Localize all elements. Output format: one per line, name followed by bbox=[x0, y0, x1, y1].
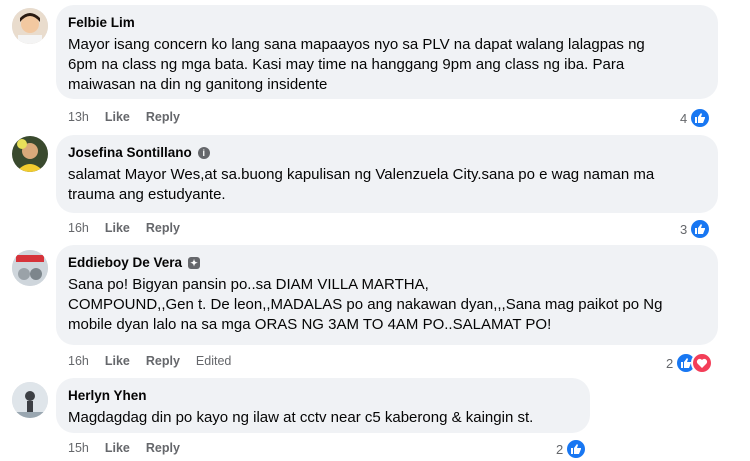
comment-bubble: Eddieboy De Vera ✦ Sana po! Bigyan pansi… bbox=[56, 245, 718, 345]
comment-author: Josefina Sontillano i bbox=[68, 144, 704, 162]
like-button[interactable]: Like bbox=[105, 441, 130, 455]
avatar[interactable] bbox=[12, 250, 48, 286]
comment-bubble: Herlyn Yhen Magdagdag din po kayo ng ila… bbox=[56, 378, 590, 433]
comment-author[interactable]: Herlyn Yhen bbox=[68, 387, 576, 405]
comment-time[interactable]: 16h bbox=[68, 354, 89, 368]
comment-time[interactable]: 13h bbox=[68, 110, 89, 124]
reply-button[interactable]: Reply bbox=[146, 110, 180, 124]
reaction-count: 2 bbox=[666, 355, 674, 371]
reaction-count: 4 bbox=[680, 110, 688, 126]
top-fan-icon[interactable]: ✦ bbox=[188, 257, 201, 269]
like-button[interactable]: Like bbox=[105, 221, 130, 235]
reaction-summary[interactable]: 2 bbox=[666, 352, 714, 374]
avatar[interactable] bbox=[12, 8, 48, 44]
like-button[interactable]: Like bbox=[105, 354, 130, 368]
reply-button[interactable]: Reply bbox=[146, 354, 180, 368]
comment-bubble: Felbie Lim Mayor isang concern ko lang s… bbox=[56, 5, 718, 99]
reaction-summary[interactable]: 4 bbox=[680, 107, 712, 129]
avatar[interactable] bbox=[12, 382, 48, 418]
comment-actions: 16h Like Reply Edited bbox=[68, 354, 231, 368]
comment-text: Sana po! Bigyan pansin po..sa DIAM VILLA… bbox=[68, 276, 663, 333]
comment-time[interactable]: 16h bbox=[68, 221, 89, 235]
author-name[interactable]: Josefina Sontillano bbox=[68, 144, 192, 162]
comment-author: Eddieboy De Vera ✦ bbox=[68, 254, 704, 272]
heart-icon bbox=[691, 352, 714, 374]
reaction-summary[interactable]: 3 bbox=[680, 218, 712, 240]
comment-bubble: Josefina Sontillano i salamat Mayor Wes,… bbox=[56, 135, 718, 213]
comment-actions: 15h Like Reply bbox=[68, 441, 180, 455]
comment-actions: 16h Like Reply bbox=[68, 221, 180, 235]
comment-author[interactable]: Felbie Lim bbox=[68, 14, 704, 32]
thumbs-up-icon bbox=[565, 438, 588, 460]
comment-text: salamat Mayor Wes,at sa.buong kapulisan … bbox=[68, 166, 655, 203]
reply-button[interactable]: Reply bbox=[146, 441, 180, 455]
reaction-count: 3 bbox=[680, 221, 688, 237]
thumbs-up-icon bbox=[689, 107, 712, 129]
reaction-count: 2 bbox=[556, 441, 564, 457]
comment-actions: 13h Like Reply bbox=[68, 110, 180, 124]
edited-label[interactable]: Edited bbox=[196, 354, 231, 368]
avatar[interactable] bbox=[12, 136, 48, 172]
top-fan-icon[interactable]: i bbox=[197, 147, 210, 159]
like-button[interactable]: Like bbox=[105, 110, 130, 124]
comment-time[interactable]: 15h bbox=[68, 441, 89, 455]
author-name[interactable]: Eddieboy De Vera bbox=[68, 254, 182, 272]
comment-text: Magdagdag din po kayo ng ilaw at cctv ne… bbox=[68, 409, 534, 426]
thumbs-up-icon bbox=[689, 218, 712, 240]
reaction-summary[interactable]: 2 bbox=[556, 438, 588, 460]
comment-text: Mayor isang concern ko lang sana mapaayo… bbox=[68, 36, 645, 93]
reply-button[interactable]: Reply bbox=[146, 221, 180, 235]
